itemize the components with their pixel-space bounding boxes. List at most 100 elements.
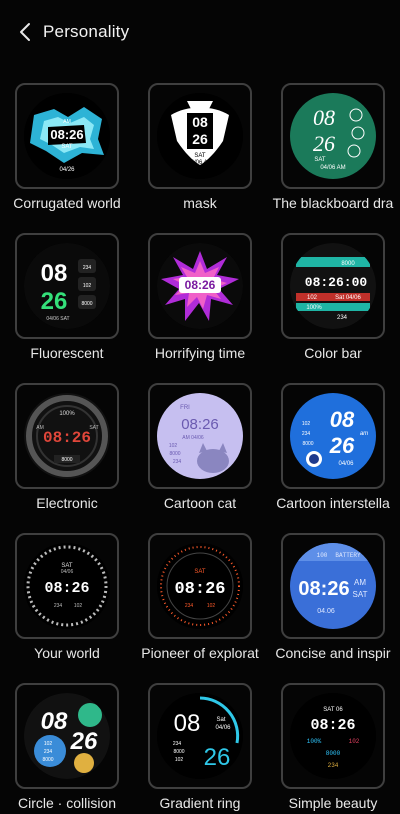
watch-face-dial: 08 26 Sat 04/06 234 8000 102: [157, 693, 243, 779]
face-hour: 08: [192, 114, 208, 130]
face-stat-2: SAT: [89, 425, 98, 431]
watch-face-name: Horrifying time: [154, 345, 246, 361]
watch-face-preview: 8000 08:26:00 102 Sat 04/06 100% 234: [281, 233, 385, 339]
watch-face-preview: 08 26 Sat 04/06 234 8000 102: [148, 683, 252, 789]
watch-face-preview: SAT 06 08:26 100% 102 8000 234: [281, 683, 385, 789]
face-time: 08:26: [44, 580, 89, 597]
watch-face-tile[interactable]: 08 26 234 102 8000 04/06 SAT Fluorescent: [0, 233, 134, 373]
face-hour: 08: [313, 105, 335, 130]
watch-face-name: Fluorescent: [30, 345, 104, 361]
watch-face-preview: 100 BATTERY 08:26 AM SAT 04.06: [281, 533, 385, 639]
face-time: 08:26: [298, 578, 349, 600]
watch-face-preview: 08:26: [148, 233, 252, 339]
face-stat-1: 102: [349, 738, 360, 745]
face-stat-1: 102: [169, 443, 178, 449]
watch-face-tile[interactable]: 08 26 102 234 8000 Circle · collision: [0, 683, 134, 814]
face-stat-2: 8000: [326, 750, 341, 757]
watch-face-dial: 100 BATTERY 08:26 AM SAT 04.06: [290, 543, 376, 629]
watch-face-name: Concise and inspir: [275, 645, 391, 661]
watch-face-dial: 08 26 SAT 04/06 AM: [290, 93, 376, 179]
watch-face-tile[interactable]: AM 08:26 SAT 04/26 Corrugated world: [0, 83, 134, 223]
face-day: SAT: [314, 157, 326, 163]
watch-face-preview: FRI 08:26 AM 04/06 102 8000 234: [148, 383, 252, 489]
watch-face-tile[interactable]: FRI 08:26 AM 04/06 102 8000 234 Cartoon …: [133, 383, 267, 523]
face-date: Sat 04/06: [335, 295, 361, 301]
face-minute: 26: [329, 433, 355, 458]
face-time: 08:26: [181, 416, 219, 433]
watch-face-name: Pioneer of explorat: [141, 645, 259, 661]
face-stat-2: 102: [207, 603, 216, 609]
watch-face-dial: 08:26: [157, 243, 243, 329]
face-date: 04/06 AM: [187, 160, 212, 166]
watch-face-tile[interactable]: SAT 08:26 04/06 234 102 Your world: [0, 533, 134, 673]
face-minute: 26: [313, 131, 335, 156]
face-stat-1: 234: [54, 603, 63, 609]
face-stat-3: 8000: [302, 441, 313, 447]
face-stat-1: 102: [302, 421, 311, 427]
face-stat-2: 234: [302, 431, 311, 437]
face-time: 08:26: [50, 127, 83, 142]
face-time: 08:26: [174, 580, 225, 599]
watch-face-preview: 08 26 SAT 04/06 AM: [281, 83, 385, 189]
chevron-left-icon: [20, 23, 30, 41]
face-stat-1: AM: [36, 425, 44, 431]
watch-face-name: Your world: [34, 645, 100, 661]
watch-face-name: Corrugated world: [13, 195, 121, 211]
watch-face-name: Simple beauty: [288, 795, 378, 811]
face-time: 08:26: [43, 429, 91, 447]
watch-face-preview: SAT 08:26 234 102: [148, 533, 252, 639]
watch-face-dial: SAT 08:26 04/06 234 102: [24, 543, 110, 629]
face-sub: AM 04/06: [182, 435, 204, 441]
face-date: 04/06: [338, 461, 354, 467]
face-hour: 08: [174, 710, 201, 737]
watch-face-preview: 100% 08:26 AM SAT 8000: [15, 383, 119, 489]
face-stat-3: 8000: [81, 301, 92, 307]
watch-face-tile[interactable]: 08 26 SAT 04/06 AM The blackboard dra: [266, 83, 400, 223]
watch-face-dial: 08 26 234 102 8000 04/06 SAT: [24, 243, 110, 329]
face-sub: SAT: [61, 144, 73, 150]
face-date: 04.06: [317, 608, 335, 615]
face-date: 04/06 SAT: [46, 316, 69, 322]
watch-face-name: Electronic: [36, 495, 98, 511]
face-stat-2: 102: [83, 283, 92, 289]
face-stat-1: 8000: [341, 261, 355, 267]
watch-face-tile[interactable]: 100% 08:26 AM SAT 8000 Electronic: [0, 383, 134, 523]
face-minute: 26: [41, 288, 68, 315]
face-stat-2: 102: [307, 295, 318, 301]
face-stat-1: 234: [173, 741, 182, 747]
watch-face-tile[interactable]: SAT 08:26 234 102 Pioneer of explorat: [133, 533, 267, 673]
face-stat-2: 102: [74, 603, 83, 609]
watch-face-name: Color bar: [304, 345, 362, 361]
face-stat-3: 8000: [61, 457, 72, 463]
face-stat-2: 234: [44, 749, 53, 755]
face-stat-3: 234: [337, 315, 348, 321]
watch-face-tile[interactable]: 08 26 SAT 04/06 AM mask: [133, 83, 267, 223]
face-stat-1: 102: [44, 741, 53, 747]
watch-face-tile[interactable]: 100 BATTERY 08:26 AM SAT 04.06 Concise a…: [266, 533, 400, 673]
watch-face-preview: 08 26 102 234 8000: [15, 683, 119, 789]
face-time: 08:26: [310, 717, 355, 734]
face-hour: 08: [41, 708, 68, 735]
watch-face-dial: SAT 08:26 234 102: [157, 543, 243, 629]
back-button[interactable]: [14, 20, 38, 44]
face-percent: 100%: [307, 738, 322, 745]
face-top: SAT 06: [323, 707, 343, 713]
watch-face-tile[interactable]: 08 26 am 04/06 102 234 8000 Cartoon inte…: [266, 383, 400, 523]
face-stat-2: 8000: [173, 749, 184, 755]
watch-face-tile[interactable]: 8000 08:26:00 102 Sat 04/06 100% 234 Col…: [266, 233, 400, 373]
face-ampm: am: [360, 431, 368, 437]
watch-face-dial: AM 08:26 SAT 04/26: [24, 93, 110, 179]
watch-face-dial: 08 26 SAT 04/06 AM: [157, 93, 243, 179]
face-stat-1: 234: [83, 265, 92, 271]
watch-face-tile[interactable]: SAT 06 08:26 100% 102 8000 234 Simple be…: [266, 683, 400, 814]
face-minute: 26: [70, 728, 98, 755]
watch-face-preview: 08 26 am 04/06 102 234 8000: [281, 383, 385, 489]
face-stat-2: 8000: [169, 451, 180, 457]
watch-face-dial: 8000 08:26:00 102 Sat 04/06 100% 234: [290, 243, 376, 329]
face-time: 08:26: [185, 278, 216, 292]
face-stat-3: 234: [173, 459, 182, 465]
watch-face-dial: FRI 08:26 AM 04/06 102 8000 234: [157, 393, 243, 479]
watch-face-tile[interactable]: 08:26 Horrifying time: [133, 233, 267, 373]
face-stat-3: 8000: [42, 757, 53, 763]
watch-face-tile[interactable]: 08 26 Sat 04/06 234 8000 102 Gradient ri…: [133, 683, 267, 814]
